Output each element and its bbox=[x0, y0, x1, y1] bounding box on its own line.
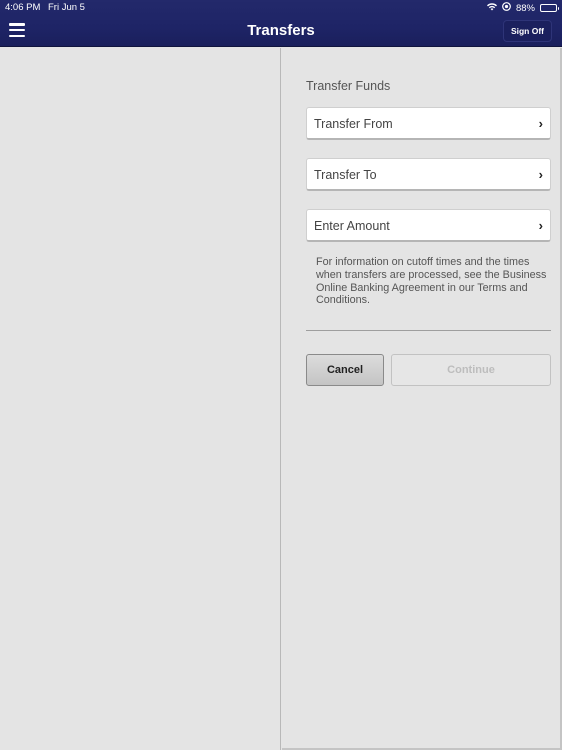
enter-amount-row[interactable]: Enter Amount › bbox=[306, 209, 551, 242]
continue-button[interactable]: Continue bbox=[391, 354, 551, 386]
info-text: For information on cutoff times and the … bbox=[316, 256, 547, 307]
row-label: Enter Amount bbox=[314, 219, 390, 233]
status-time: 4:06 PM bbox=[5, 2, 41, 13]
transfer-form-pane: Transfer Funds Transfer From › Transfer … bbox=[282, 48, 562, 750]
cancel-button[interactable]: Cancel bbox=[306, 354, 384, 386]
row-label: Transfer From bbox=[314, 117, 393, 131]
section-title: Transfer Funds bbox=[306, 79, 391, 93]
sign-off-button[interactable]: Sign Off bbox=[502, 20, 552, 42]
chevron-right-icon: › bbox=[538, 167, 543, 182]
transfer-to-row[interactable]: Transfer To › bbox=[306, 158, 551, 191]
battery-percent: 88% bbox=[515, 2, 535, 14]
chevron-right-icon: › bbox=[538, 218, 543, 233]
transfer-from-row[interactable]: Transfer From › bbox=[306, 107, 551, 140]
row-label: Transfer To bbox=[314, 168, 377, 182]
divider bbox=[306, 330, 551, 331]
wifi-icon bbox=[486, 2, 497, 14]
status-date: Fri Jun 5 bbox=[48, 2, 85, 13]
battery-icon bbox=[540, 4, 559, 12]
location-lock-icon bbox=[502, 2, 511, 14]
page-title: Transfers bbox=[247, 22, 315, 39]
hamburger-icon[interactable] bbox=[9, 23, 25, 37]
chevron-right-icon: › bbox=[538, 116, 543, 131]
top-navigation-bar: 4:06 PM Fri Jun 5 88% Transfers Sign Off bbox=[0, 0, 562, 47]
status-right: 88% bbox=[486, 2, 559, 14]
status-bar: 4:06 PM Fri Jun 5 88% bbox=[5, 2, 559, 14]
left-pane bbox=[0, 48, 281, 750]
